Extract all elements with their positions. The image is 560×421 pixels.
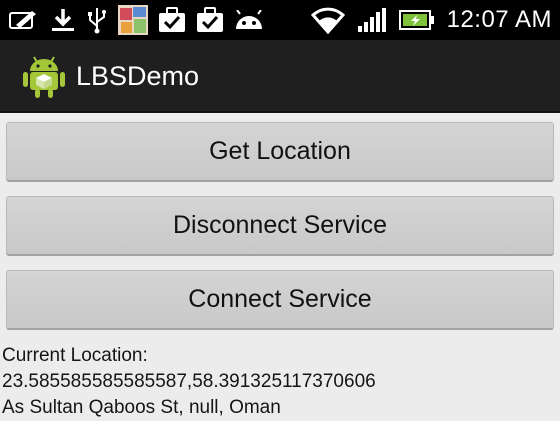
edit-icon	[8, 0, 40, 40]
wifi-icon	[310, 0, 345, 40]
signal-icon	[357, 0, 387, 40]
location-result: Current Location: 23.585585585585587,58.…	[2, 343, 558, 421]
coordinates-text: 23.585585585585587,58.391325117370606	[2, 371, 376, 392]
task-done-icon	[158, 0, 186, 40]
android-icon	[234, 0, 264, 40]
system-icons: 12:07 AM	[310, 0, 552, 40]
address-text: As Sultan Qaboos St, null, Oman	[2, 397, 281, 418]
usb-icon	[86, 0, 108, 40]
android-app-icon[interactable]	[22, 53, 66, 99]
connect-service-button[interactable]: Connect Service	[6, 270, 554, 330]
status-clock: 12:07 AM	[446, 6, 552, 33]
photo-notification-icon	[118, 0, 148, 40]
disconnect-service-button[interactable]: Disconnect Service	[6, 196, 554, 256]
download-icon	[50, 0, 76, 40]
battery-charging-icon	[398, 0, 435, 40]
action-bar: LBSDemo	[0, 40, 560, 113]
get-location-button[interactable]: Get Location	[6, 122, 554, 182]
status-bar: 12:07 AM	[0, 0, 560, 40]
app-title: LBSDemo	[76, 61, 200, 91]
notification-icons	[8, 0, 264, 40]
task-done-icon	[196, 0, 224, 40]
current-location-label: Current Location:	[2, 345, 148, 366]
